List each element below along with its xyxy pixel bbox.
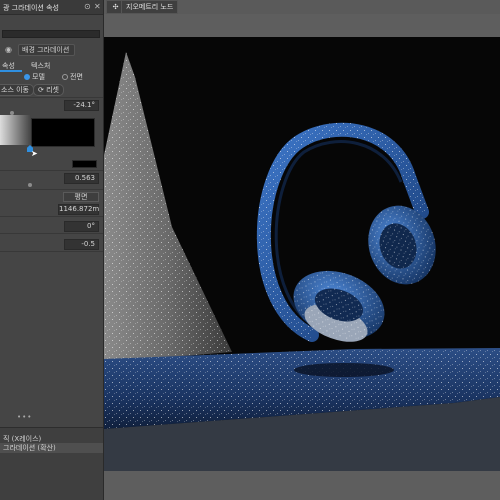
- cursor-icon: ➤: [31, 149, 38, 158]
- panel-titlebar[interactable]: 광 그라데이션 속성 ⊙ ✕: [0, 0, 103, 15]
- gradient-color-swatch[interactable]: [31, 118, 95, 147]
- render-image[interactable]: [104, 37, 500, 471]
- viewport-toolbar: ✣ 지오메트리 노드: [104, 0, 500, 14]
- radio-model-label: 모델: [32, 73, 45, 81]
- list-item-active[interactable]: 그라데이션 (확산): [0, 443, 103, 453]
- close-icon[interactable]: ✕: [94, 2, 101, 11]
- reset-label: 리셋: [46, 86, 59, 94]
- right-ear-cup-noise: [368, 205, 436, 285]
- material-slot-label: 배경 그라데이션: [22, 46, 70, 54]
- divider: [0, 97, 103, 98]
- radio-model[interactable]: 모델: [24, 72, 45, 82]
- pin-icon[interactable]: ⊙: [84, 2, 91, 11]
- geometry-node-label: 지오메트리 노드: [126, 3, 174, 11]
- value-a-slider-knob[interactable]: [28, 183, 32, 187]
- reset-icon: ⟳: [38, 86, 44, 94]
- projection-dropdown[interactable]: 평면: [63, 192, 99, 202]
- geometry-node-button[interactable]: 지오메트리 노드: [121, 0, 179, 14]
- distance-field[interactable]: 1146.872m: [58, 204, 99, 215]
- object-list: 직 (X레이스) 그라데이션 (확산): [0, 427, 103, 500]
- tab-texture[interactable]: 텍스처: [31, 61, 50, 71]
- radio-unselected-icon: [62, 74, 68, 80]
- divider: [0, 189, 103, 190]
- render-scene: [104, 52, 500, 471]
- radio-front-label: 전면: [70, 73, 83, 81]
- active-tab-indicator: [0, 70, 22, 72]
- radio-selected-icon: [24, 74, 30, 80]
- gradient-preview[interactable]: [0, 115, 30, 145]
- move-source-button[interactable]: 소스 이동: [0, 84, 34, 96]
- more-handle[interactable]: •••: [17, 413, 32, 421]
- search-strip[interactable]: [2, 30, 100, 38]
- reset-button[interactable]: ⟳ 리셋: [33, 84, 64, 96]
- move-source-label: 소스 이동: [1, 86, 29, 94]
- divider: [0, 216, 103, 217]
- shadow: [294, 363, 394, 377]
- properties-panel: 광 그라데이션 속성 ⊙ ✕ ◉ 배경 그라데이션 속성 텍스처 모델 전면 소…: [0, 0, 104, 500]
- viewport[interactable]: ✣ 지오메트리 노드: [104, 0, 500, 500]
- value-a-field[interactable]: 0.563: [64, 173, 99, 184]
- panel-title: 광 그라데이션 속성: [3, 4, 59, 12]
- divider: [0, 170, 103, 171]
- spotlight-noise: [104, 52, 232, 367]
- material-icon: ◉: [5, 45, 12, 54]
- rotation-field[interactable]: 0°: [64, 221, 99, 232]
- offset-field[interactable]: -0.5: [64, 239, 99, 250]
- angle-field[interactable]: -24.1°: [64, 100, 99, 111]
- stop-color-box[interactable]: [72, 160, 97, 168]
- radio-front[interactable]: 전면: [62, 72, 83, 82]
- material-slot[interactable]: 배경 그라데이션: [18, 44, 75, 56]
- divider: [0, 233, 103, 234]
- divider: [0, 251, 103, 252]
- left-ear-cup-noise: [293, 270, 385, 340]
